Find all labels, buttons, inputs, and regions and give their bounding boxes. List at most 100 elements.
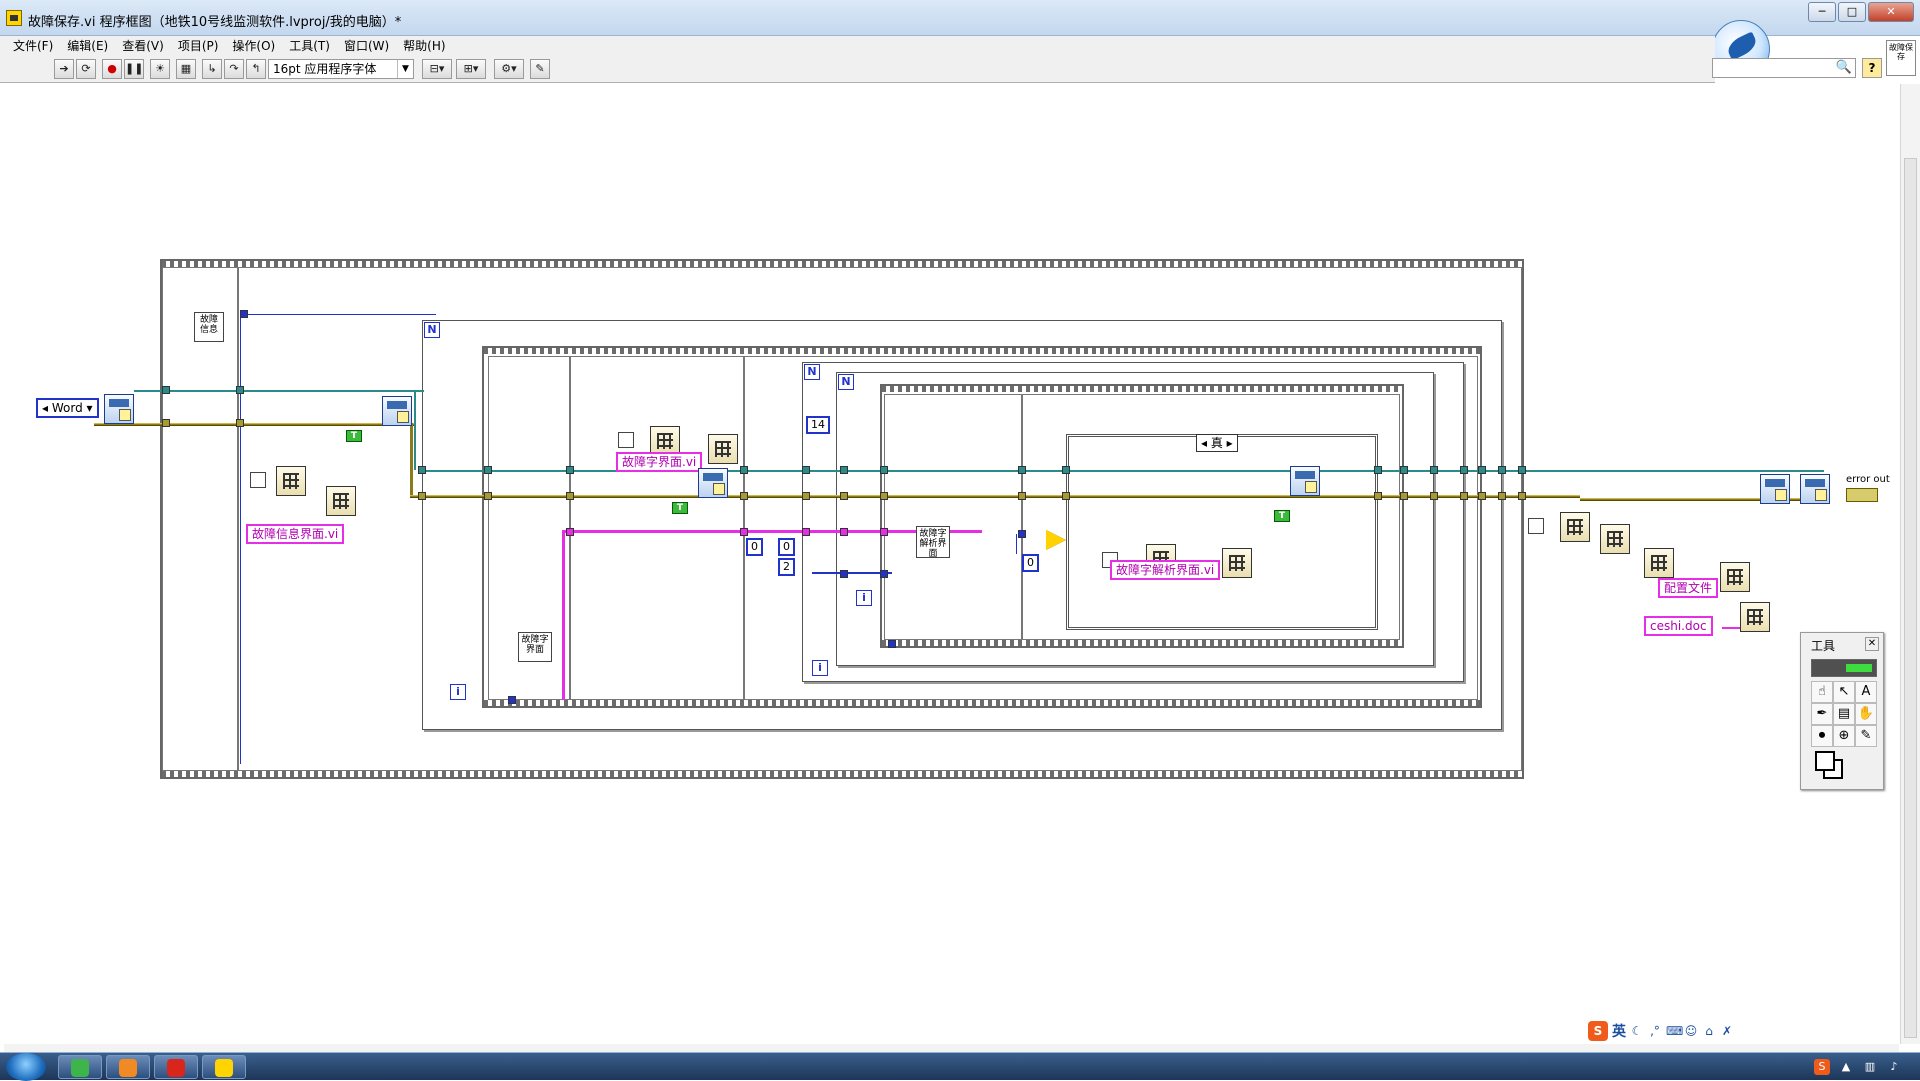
sogou-tray-icon[interactable]: S — [1814, 1059, 1830, 1075]
color-tool[interactable] — [1811, 749, 1877, 783]
new-report-node[interactable] — [104, 394, 134, 424]
context-help-button[interactable]: ? — [1862, 58, 1882, 78]
automatic-tool-selection-toggle[interactable] — [1811, 659, 1877, 677]
build-path-node[interactable] — [708, 434, 738, 464]
loop2-count-terminal[interactable]: N — [804, 364, 820, 380]
save-report-node[interactable] — [1760, 474, 1790, 504]
array-constant-zero[interactable]: 0 — [746, 538, 763, 556]
report-insert-node[interactable] — [698, 468, 728, 498]
word-enum-constant[interactable]: ◂ Word ▾ — [36, 398, 99, 418]
file-path-node[interactable] — [1528, 518, 1544, 534]
fault-info-vi-string[interactable]: 故障信息界面.vi — [246, 524, 345, 544]
vi-icon-pane[interactable]: 故障保存 — [1886, 40, 1916, 76]
build-path-node[interactable] — [1720, 562, 1750, 592]
probe-icon[interactable]: ⊕ — [1833, 725, 1855, 747]
loop3-iteration-terminal[interactable]: i — [856, 590, 872, 606]
tools-palette[interactable]: 工具 ✕ ☝ ↖ A ✒ ▤ ✋ ⏺ ⊕ ✎ — [1800, 632, 1884, 790]
dispose-report-node[interactable] — [1800, 474, 1830, 504]
numeric-constant-14[interactable]: 14 — [806, 416, 830, 434]
color-copy-icon[interactable]: ✎ — [1855, 725, 1877, 747]
shirt-icon[interactable]: ⌂ — [1702, 1024, 1716, 1038]
clean-up-diagram-icon[interactable]: ✎ — [530, 59, 550, 79]
fault-word-parse-subvi[interactable]: 故障字解析界面 — [916, 526, 950, 559]
taskbar-browser-button[interactable] — [58, 1055, 102, 1079]
vertical-scrollbar[interactable] — [1900, 84, 1920, 1044]
case-structure[interactable] — [1066, 434, 1378, 630]
config-file-string[interactable]: 配置文件 — [1658, 578, 1719, 598]
array-element-zero[interactable]: 0 — [778, 538, 795, 556]
loop2-iteration-terminal[interactable]: i — [812, 660, 828, 676]
loop-count-terminal[interactable]: N — [424, 322, 440, 338]
numeric-constant-zero[interactable]: 0 — [1022, 554, 1039, 572]
true-constant[interactable]: T — [346, 430, 362, 442]
abort-icon[interactable]: ● — [102, 59, 122, 79]
reorder-icon[interactable]: ⚙▾ — [494, 59, 524, 79]
build-path-node[interactable] — [1560, 512, 1590, 542]
scroll-hand-icon[interactable]: ✋ — [1855, 703, 1877, 725]
report-insert-node[interactable] — [1290, 466, 1320, 496]
minimize-button[interactable]: ─ — [1808, 2, 1836, 22]
not-equal-node[interactable] — [1046, 530, 1066, 550]
user-icon[interactable]: ☺ — [1684, 1024, 1698, 1038]
build-path-node[interactable] — [276, 466, 306, 496]
show-hidden-icons-icon[interactable]: ▲ — [1838, 1059, 1854, 1075]
menu-file[interactable]: 文件(F) — [6, 36, 60, 56]
menu-project[interactable]: 项目(P) — [171, 36, 226, 56]
menu-operate[interactable]: 操作(O) — [225, 36, 282, 56]
loop-iteration-terminal[interactable]: i — [450, 684, 466, 700]
network-icon[interactable]: ▥ — [1862, 1059, 1878, 1075]
build-path-node[interactable] — [326, 486, 356, 516]
moon-icon[interactable]: ☾ — [1630, 1024, 1644, 1038]
build-path-node[interactable] — [1740, 602, 1770, 632]
distribute-objects-icon[interactable]: ⊞▾ — [456, 59, 486, 79]
step-into-icon[interactable]: ↳ — [202, 59, 222, 79]
fault-word-vi-string[interactable]: 故障字界面.vi — [616, 452, 703, 472]
run-arrow-icon[interactable]: ➔ — [54, 59, 74, 79]
taskbar-app-button[interactable] — [106, 1055, 150, 1079]
align-objects-icon[interactable]: ⊟▾ — [422, 59, 452, 79]
font-selector[interactable]: 16pt 应用程序字体 ▼ — [268, 59, 414, 79]
ceshi-doc-string[interactable]: ceshi.doc — [1644, 616, 1713, 636]
true-constant[interactable]: T — [672, 502, 688, 514]
connect-wire-icon[interactable]: ✒ — [1811, 703, 1833, 725]
pause-icon[interactable]: ❚❚ — [124, 59, 144, 79]
error-out-indicator[interactable] — [1846, 488, 1878, 502]
build-path-node[interactable] — [1644, 548, 1674, 578]
block-diagram-canvas[interactable]: N i N i N i ◂ 真 ▸ ◂ Word ▾ 故障信息 T 故障信息界面… — [4, 84, 1899, 1044]
loop3-count-terminal[interactable]: N — [838, 374, 854, 390]
taskbar-pdf-button[interactable] — [154, 1055, 198, 1079]
file-path-node[interactable] — [618, 432, 634, 448]
object-shortcut-menu-icon[interactable]: ▤ — [1833, 703, 1855, 725]
build-path-node[interactable] — [1222, 548, 1252, 578]
build-path-node[interactable] — [1600, 524, 1630, 554]
keyboard-icon[interactable]: ⌨ — [1666, 1024, 1683, 1038]
fault-info-subvi[interactable]: 故障信息 — [194, 312, 224, 342]
tools-palette-close-button[interactable]: ✕ — [1865, 637, 1879, 651]
close-button[interactable]: ✕ — [1868, 2, 1914, 22]
retain-wire-values-icon[interactable]: ▦ — [176, 59, 196, 79]
menu-window[interactable]: 窗口(W) — [337, 36, 396, 56]
taskbar-labview-button[interactable] — [202, 1055, 246, 1079]
menu-tools[interactable]: 工具(T) — [282, 36, 337, 56]
true-constant[interactable]: T — [1274, 510, 1290, 522]
maximize-button[interactable]: □ — [1838, 2, 1866, 22]
edit-text-icon[interactable]: A — [1855, 681, 1877, 703]
fault-parse-vi-string[interactable]: 故障字解析界面.vi — [1110, 560, 1221, 580]
menu-edit[interactable]: 编辑(E) — [60, 36, 115, 56]
sogou-logo-icon[interactable]: S — [1588, 1021, 1608, 1041]
report-node[interactable] — [382, 396, 412, 426]
wrench-icon[interactable]: ✗ — [1720, 1024, 1734, 1038]
operate-hand-icon[interactable]: ☝ — [1811, 681, 1833, 703]
run-continuously-icon[interactable]: ⟳ — [76, 59, 96, 79]
step-over-icon[interactable]: ↷ — [224, 59, 244, 79]
menu-help[interactable]: 帮助(H) — [396, 36, 452, 56]
array-element-two[interactable]: 2 — [778, 558, 795, 576]
start-button[interactable] — [6, 1053, 46, 1081]
file-path-node[interactable] — [250, 472, 266, 488]
horizontal-scrollbar[interactable] — [4, 1044, 1899, 1052]
step-out-icon[interactable]: ↰ — [246, 59, 266, 79]
scrollbar-thumb[interactable] — [1904, 158, 1917, 1038]
breakpoint-icon[interactable]: ⏺ — [1811, 725, 1833, 747]
menu-view[interactable]: 查看(V) — [115, 36, 171, 56]
volume-icon[interactable]: ♪ — [1886, 1059, 1902, 1075]
